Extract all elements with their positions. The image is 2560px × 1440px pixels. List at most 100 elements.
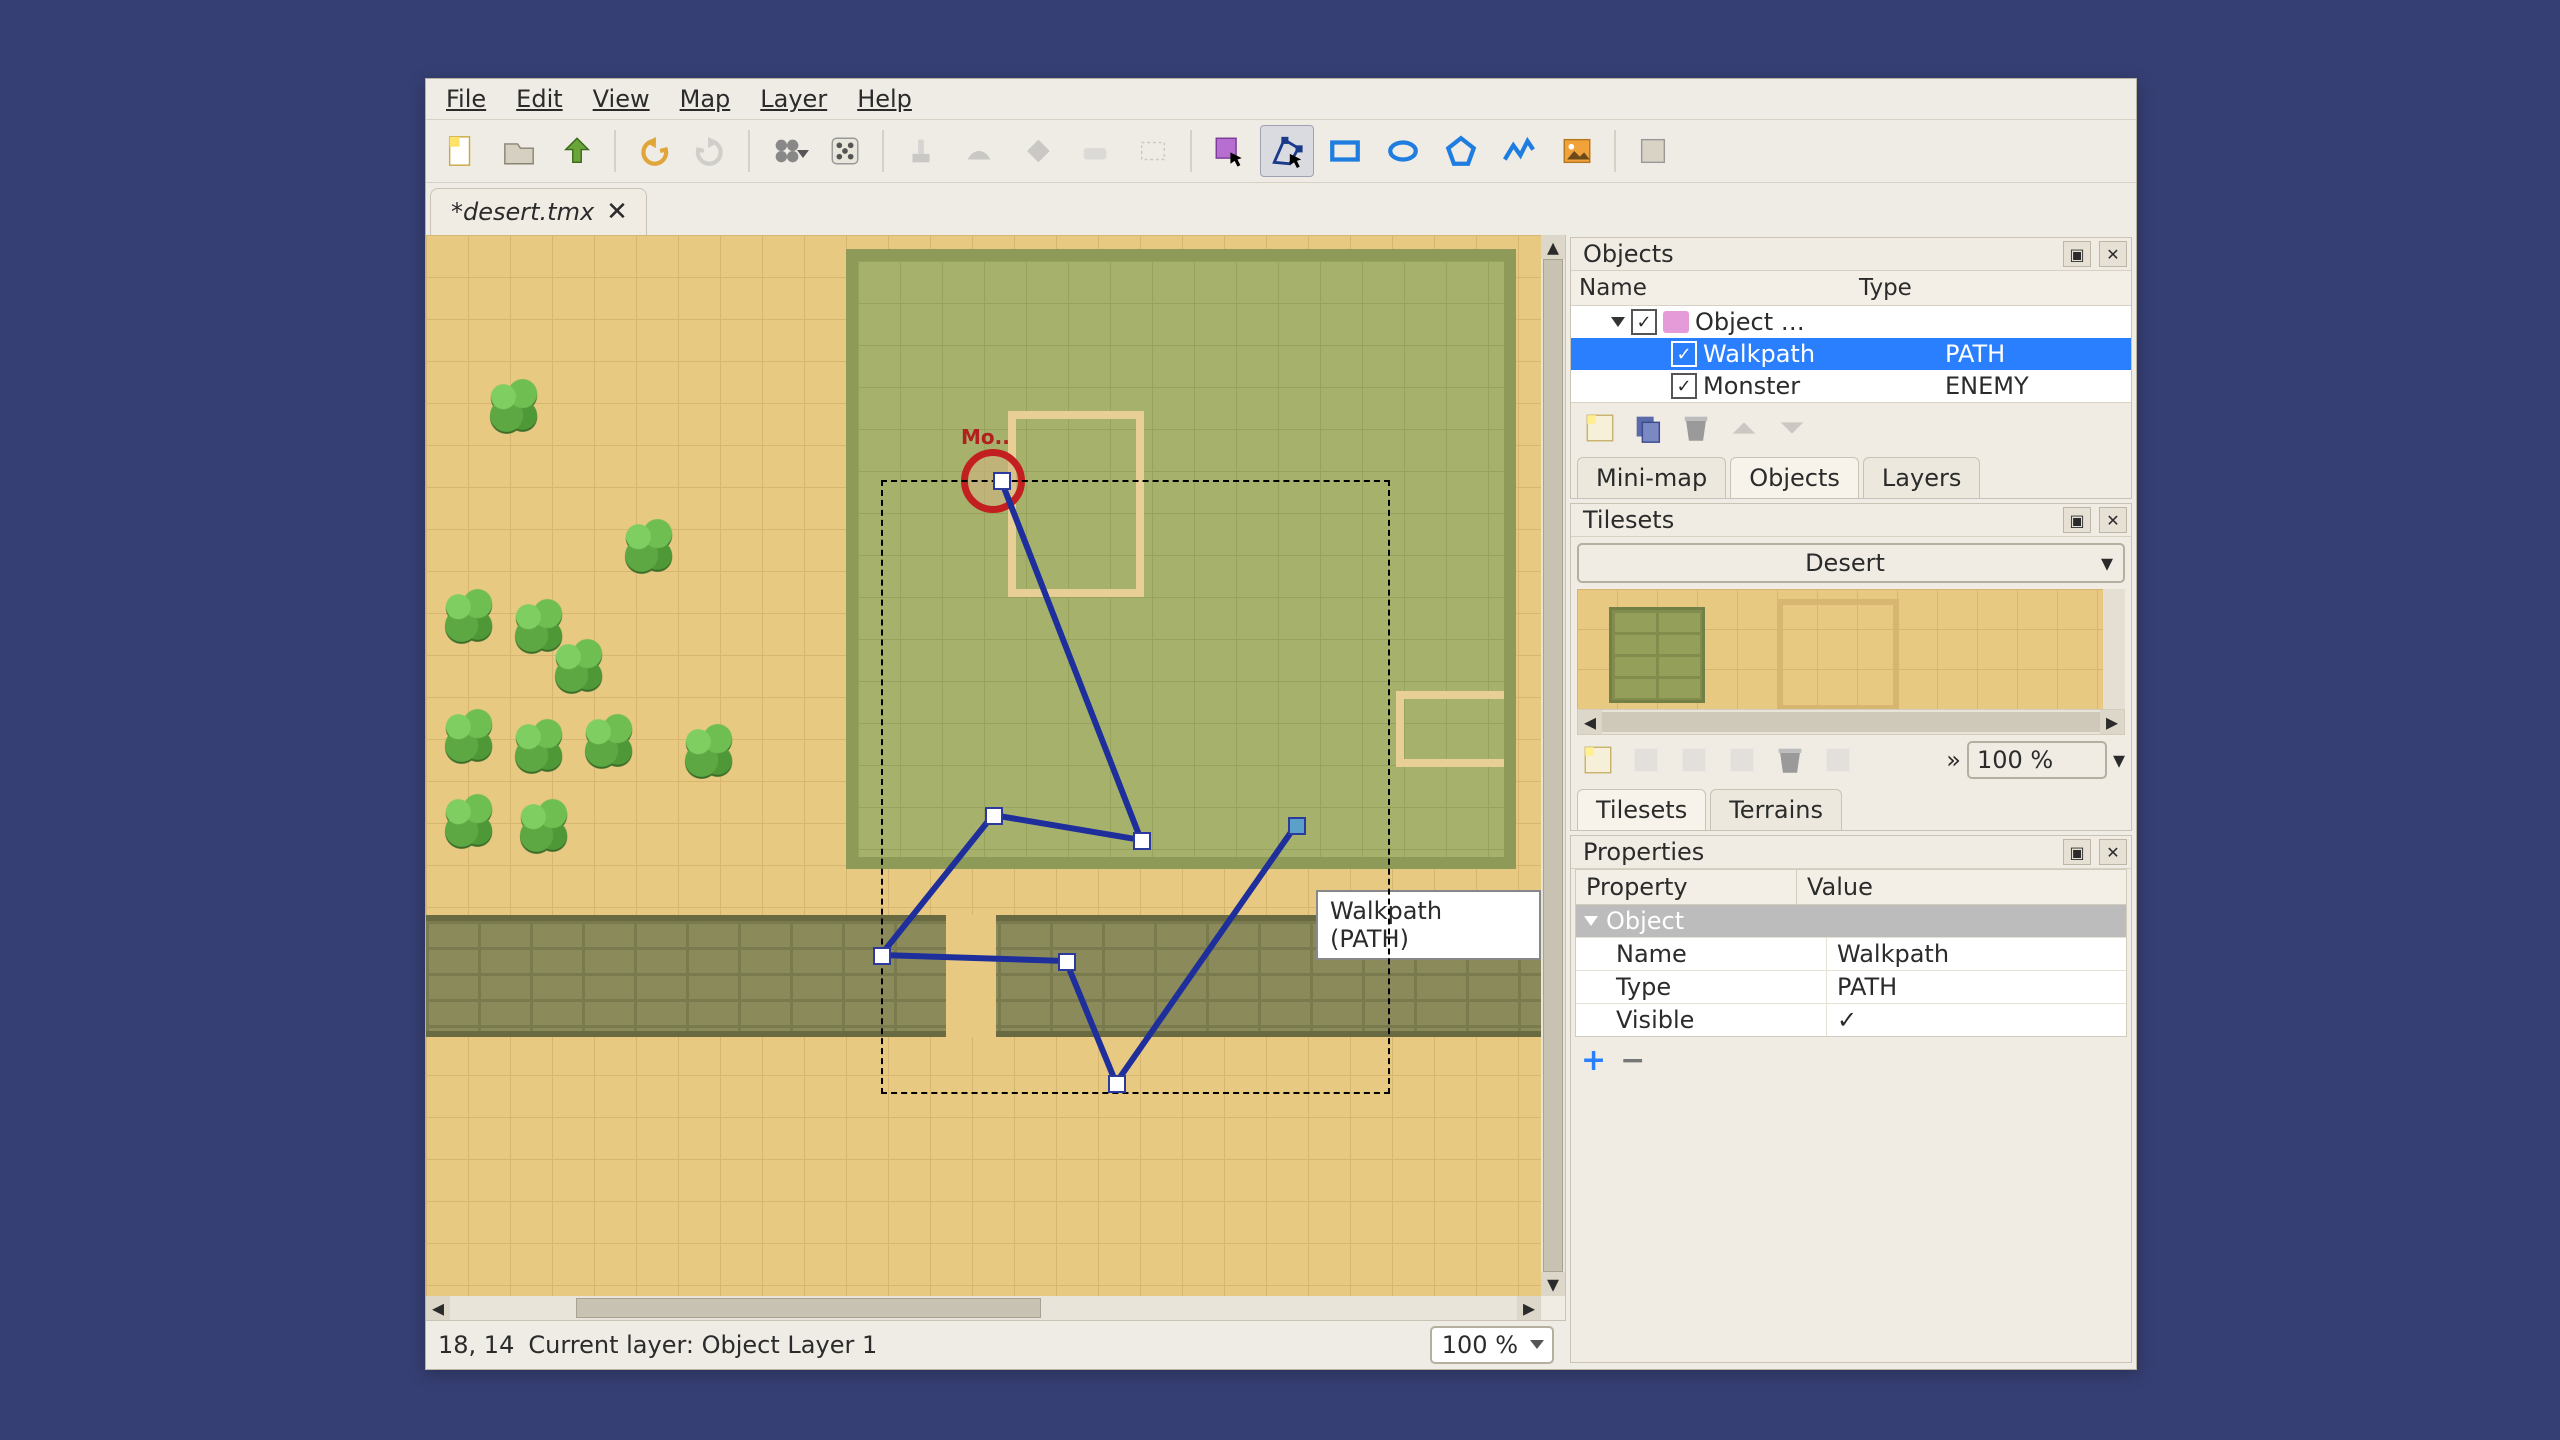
add-property-icon[interactable]: +: [1581, 1043, 1606, 1078]
insert-rectangle-icon[interactable]: [1318, 125, 1372, 177]
selection-rectangle[interactable]: [881, 480, 1390, 1094]
panel-detach-icon[interactable]: ▣: [2063, 507, 2091, 533]
menu-edit[interactable]: Edit: [502, 81, 576, 118]
tileset-horizontal-scrollbar[interactable]: ◂ ▸: [1577, 709, 2125, 735]
map-bush: [511, 795, 575, 857]
tab-objects[interactable]: Objects: [1730, 457, 1859, 498]
canvas-vertical-scrollbar[interactable]: ▴ ▾: [1541, 235, 1565, 1296]
prop-value[interactable]: Walkpath: [1827, 938, 2126, 970]
tileset-vertical-scrollbar[interactable]: [2103, 589, 2125, 709]
tab-minimap[interactable]: Mini-map: [1577, 457, 1726, 498]
toolbar: [426, 120, 2136, 183]
view-options-icon[interactable]: [1626, 125, 1680, 177]
insert-image-icon[interactable]: [1550, 125, 1604, 177]
open-file-icon[interactable]: [492, 125, 546, 177]
bucket-fill-icon: [1010, 125, 1064, 177]
prop-value[interactable]: ✓: [1827, 1004, 2126, 1036]
map-bush: [481, 375, 545, 437]
polyline-vertex-handle[interactable]: [1058, 953, 1076, 971]
new-file-icon[interactable]: [434, 125, 488, 177]
polyline-vertex-handle[interactable]: [993, 472, 1011, 490]
prop-row[interactable]: Type PATH: [1576, 970, 2126, 1003]
chevron-down-icon[interactable]: [1611, 317, 1625, 327]
object-monster-label: Mo..: [961, 425, 1025, 449]
prop-key: Visible: [1576, 1004, 1827, 1036]
panel-close-icon[interactable]: ✕: [2099, 507, 2127, 533]
objects-mini-toolbar: [1571, 402, 2131, 453]
status-bar: 18, 14 Current layer: Object Layer 1 100…: [426, 1320, 1566, 1369]
polyline-vertex-handle[interactable]: [985, 807, 1003, 825]
tileset-zoom[interactable]: 100 %: [1967, 741, 2107, 779]
properties-table: Property Value Object Name Walkpath Type…: [1575, 869, 2127, 1037]
tree-row-monster[interactable]: ✓ Monster ENEMY: [1571, 370, 2131, 402]
prop-group-object[interactable]: Object: [1576, 905, 2126, 937]
polyline-vertex-handle[interactable]: [1288, 817, 1306, 835]
map-bush: [676, 720, 740, 782]
edit-polygons-icon[interactable]: [1260, 125, 1314, 177]
status-layer: Current layer: Object Layer 1: [528, 1331, 877, 1359]
more-icon[interactable]: »: [1946, 746, 1961, 774]
insert-ellipse-icon[interactable]: [1376, 125, 1430, 177]
random-icon[interactable]: [818, 125, 872, 177]
raise-icon: [1723, 409, 1765, 447]
menu-help[interactable]: Help: [843, 81, 926, 118]
document-tab-bar: *desert.tmx ✕: [426, 183, 2136, 235]
properties-actions: + −: [1571, 1037, 2131, 1084]
new-tileset-icon[interactable]: [1577, 741, 1619, 779]
app-window: File Edit View Map Layer Help *desert.tm…: [425, 78, 2137, 1370]
trash-icon[interactable]: [1675, 409, 1717, 447]
new-layer-icon[interactable]: [1579, 409, 1621, 447]
trash-icon[interactable]: [1769, 741, 1811, 779]
map-bush: [616, 515, 680, 577]
polyline-vertex-handle[interactable]: [873, 947, 891, 965]
visibility-checkbox[interactable]: ✓: [1631, 309, 1657, 335]
tileset-select[interactable]: Desert ▾: [1577, 543, 2125, 583]
insert-polyline-icon[interactable]: [1492, 125, 1546, 177]
tree-item-name: Monster: [1703, 372, 1800, 400]
rename-tileset-icon: [1721, 741, 1763, 779]
prop-col-property: Property: [1576, 870, 1797, 904]
tileset-select-label: Desert: [1589, 549, 2101, 577]
panel-detach-icon[interactable]: ▣: [2063, 241, 2091, 267]
close-icon[interactable]: ✕: [606, 197, 628, 227]
menu-layer[interactable]: Layer: [746, 81, 841, 118]
panel-close-icon[interactable]: ✕: [2099, 839, 2127, 865]
tree-item-name: Walkpath: [1703, 340, 1815, 368]
map-canvas-frame: Mo.. Walkpath (PATH) ▴ ▾ ◂ ▸: [426, 235, 1566, 1320]
document-tab[interactable]: *desert.tmx ✕: [430, 188, 647, 235]
command-icon[interactable]: [760, 125, 814, 177]
tileset-canvas[interactable]: [1577, 589, 2125, 709]
undo-icon[interactable]: [626, 125, 680, 177]
objects-panel-tabs: Mini-map Objects Layers: [1571, 453, 2131, 498]
insert-polygon-icon[interactable]: [1434, 125, 1488, 177]
tab-terrains[interactable]: Terrains: [1710, 789, 1842, 830]
canvas-horizontal-scrollbar[interactable]: ◂ ▸: [426, 1296, 1541, 1320]
panel-detach-icon[interactable]: ▣: [2063, 839, 2091, 865]
prop-row[interactable]: Name Walkpath: [1576, 937, 2126, 970]
map-canvas[interactable]: Mo.. Walkpath (PATH): [426, 235, 1541, 1296]
panel-objects-title: Objects: [1583, 240, 2055, 268]
tab-layers[interactable]: Layers: [1863, 457, 1980, 498]
status-coords: 18, 14: [438, 1331, 514, 1359]
save-file-icon[interactable]: [550, 125, 604, 177]
zoom-select[interactable]: 100 %: [1430, 1326, 1554, 1364]
document-tab-label: *desert.tmx: [451, 198, 594, 226]
duplicate-icon[interactable]: [1627, 409, 1669, 447]
chevron-down-icon[interactable]: ▾: [2113, 746, 2125, 774]
remove-property-icon[interactable]: −: [1620, 1043, 1645, 1078]
rectangle-select-icon: [1126, 125, 1180, 177]
select-objects-icon[interactable]: [1202, 125, 1256, 177]
visibility-checkbox[interactable]: ✓: [1671, 341, 1697, 367]
tab-tilesets[interactable]: Tilesets: [1577, 789, 1706, 830]
menu-file[interactable]: File: [432, 81, 500, 118]
menu-view[interactable]: View: [579, 81, 664, 118]
tree-row-walkpath[interactable]: ✓ Walkpath PATH: [1571, 338, 2131, 370]
prop-row[interactable]: Visible ✓: [1576, 1003, 2126, 1036]
menu-map[interactable]: Map: [666, 81, 745, 118]
polyline-vertex-handle[interactable]: [1133, 832, 1151, 850]
polyline-vertex-handle[interactable]: [1108, 1075, 1126, 1093]
visibility-checkbox[interactable]: ✓: [1671, 373, 1697, 399]
prop-value[interactable]: PATH: [1827, 971, 2126, 1003]
tree-row-layer[interactable]: ✓ Object …: [1571, 306, 2131, 338]
panel-close-icon[interactable]: ✕: [2099, 241, 2127, 267]
